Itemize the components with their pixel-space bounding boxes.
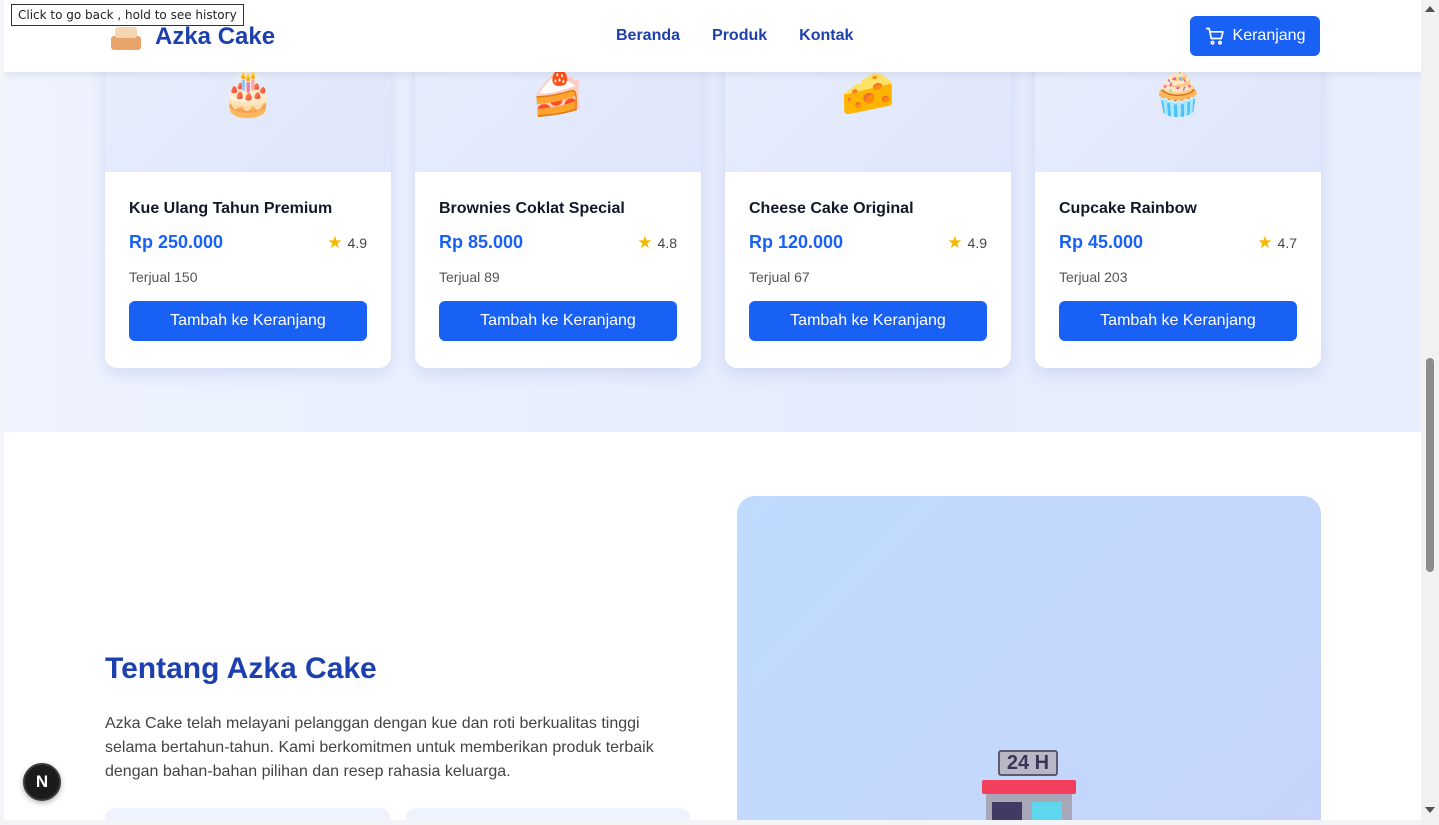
feature-card bbox=[405, 808, 690, 820]
cake-logo-icon bbox=[109, 22, 143, 52]
star-icon: ★ bbox=[1257, 232, 1273, 252]
product-name: Cheese Cake Original bbox=[749, 200, 914, 217]
add-to-cart-button[interactable]: Tambah ke Keranjang bbox=[1059, 301, 1297, 341]
product-name: Brownies Coklat Special bbox=[439, 200, 625, 217]
cart-button-label: Keranjang bbox=[1232, 27, 1306, 44]
add-to-cart-button[interactable]: Tambah ke Keranjang bbox=[749, 301, 987, 341]
cupcake-icon: 🧁 bbox=[1150, 69, 1206, 118]
page-scrollbar[interactable] bbox=[1421, 0, 1439, 825]
product-rating: ★ 4.9 bbox=[327, 233, 367, 253]
product-sold-count: Terjual 203 bbox=[1059, 269, 1128, 285]
main-nav: Beranda Produk Kontak bbox=[616, 27, 853, 45]
dev-tools-badge[interactable]: N bbox=[23, 763, 61, 801]
store-sign: 24 H bbox=[998, 750, 1058, 776]
rating-value: 4.7 bbox=[1277, 234, 1297, 251]
brand-logo[interactable]: Azka Cake bbox=[109, 22, 275, 52]
nav-link-produk[interactable]: Produk bbox=[712, 27, 767, 45]
product-rating: ★ 4.9 bbox=[947, 233, 987, 253]
cake-slice-icon: 🍰 bbox=[530, 69, 586, 118]
add-to-cart-button[interactable]: Tambah ke Keranjang bbox=[439, 301, 677, 341]
star-icon: ★ bbox=[637, 232, 653, 252]
product-price: Rp 250.000 bbox=[129, 232, 224, 252]
product-price: Rp 45.000 bbox=[1059, 232, 1144, 252]
rating-value: 4.9 bbox=[347, 234, 367, 251]
nav-link-kontak[interactable]: Kontak bbox=[799, 27, 853, 45]
rating-value: 4.9 bbox=[967, 234, 987, 251]
about-feature-cards bbox=[105, 808, 690, 820]
add-to-cart-button[interactable]: Tambah ke Keranjang bbox=[129, 301, 367, 341]
product-rating: ★ 4.7 bbox=[1257, 233, 1297, 253]
browser-tooltip: Click to go back , hold to see history bbox=[11, 4, 244, 26]
star-icon: ★ bbox=[947, 232, 963, 252]
about-title: Tentang Azka Cake bbox=[105, 652, 377, 685]
scroll-thumb[interactable] bbox=[1426, 358, 1434, 572]
cart-button[interactable]: Keranjang bbox=[1190, 16, 1320, 56]
scroll-down-icon[interactable] bbox=[1425, 807, 1435, 813]
product-rating: ★ 4.8 bbox=[637, 233, 677, 253]
product-name: Cupcake Rainbow bbox=[1059, 200, 1197, 217]
scroll-up-icon[interactable] bbox=[1425, 6, 1435, 12]
cheese-icon: 🧀 bbox=[840, 69, 896, 118]
about-illustration: 24 H bbox=[737, 496, 1321, 820]
product-sold-count: Terjual 89 bbox=[439, 269, 500, 285]
shopping-cart-icon bbox=[1205, 27, 1224, 45]
product-name: Kue Ulang Tahun Premium bbox=[129, 200, 333, 217]
nav-link-beranda[interactable]: Beranda bbox=[616, 27, 680, 45]
feature-card bbox=[105, 808, 390, 820]
product-sold-count: Terjual 150 bbox=[129, 269, 198, 285]
brand-name: Azka Cake bbox=[155, 23, 276, 50]
about-description: Azka Cake telah melayani pelanggan denga… bbox=[105, 715, 654, 780]
star-icon: ★ bbox=[327, 232, 343, 252]
product-price: Rp 85.000 bbox=[439, 232, 524, 252]
product-sold-count: Terjual 67 bbox=[749, 269, 810, 285]
product-price: Rp 120.000 bbox=[749, 232, 844, 252]
page-viewport: 🎂 Kue Ulang Tahun Premium Rp 250.000 ★ 4.… bbox=[4, 0, 1421, 820]
store-building-icon: 24 H bbox=[980, 750, 1076, 820]
birthday-cake-icon: 🎂 bbox=[220, 69, 276, 118]
rating-value: 4.8 bbox=[657, 234, 677, 251]
